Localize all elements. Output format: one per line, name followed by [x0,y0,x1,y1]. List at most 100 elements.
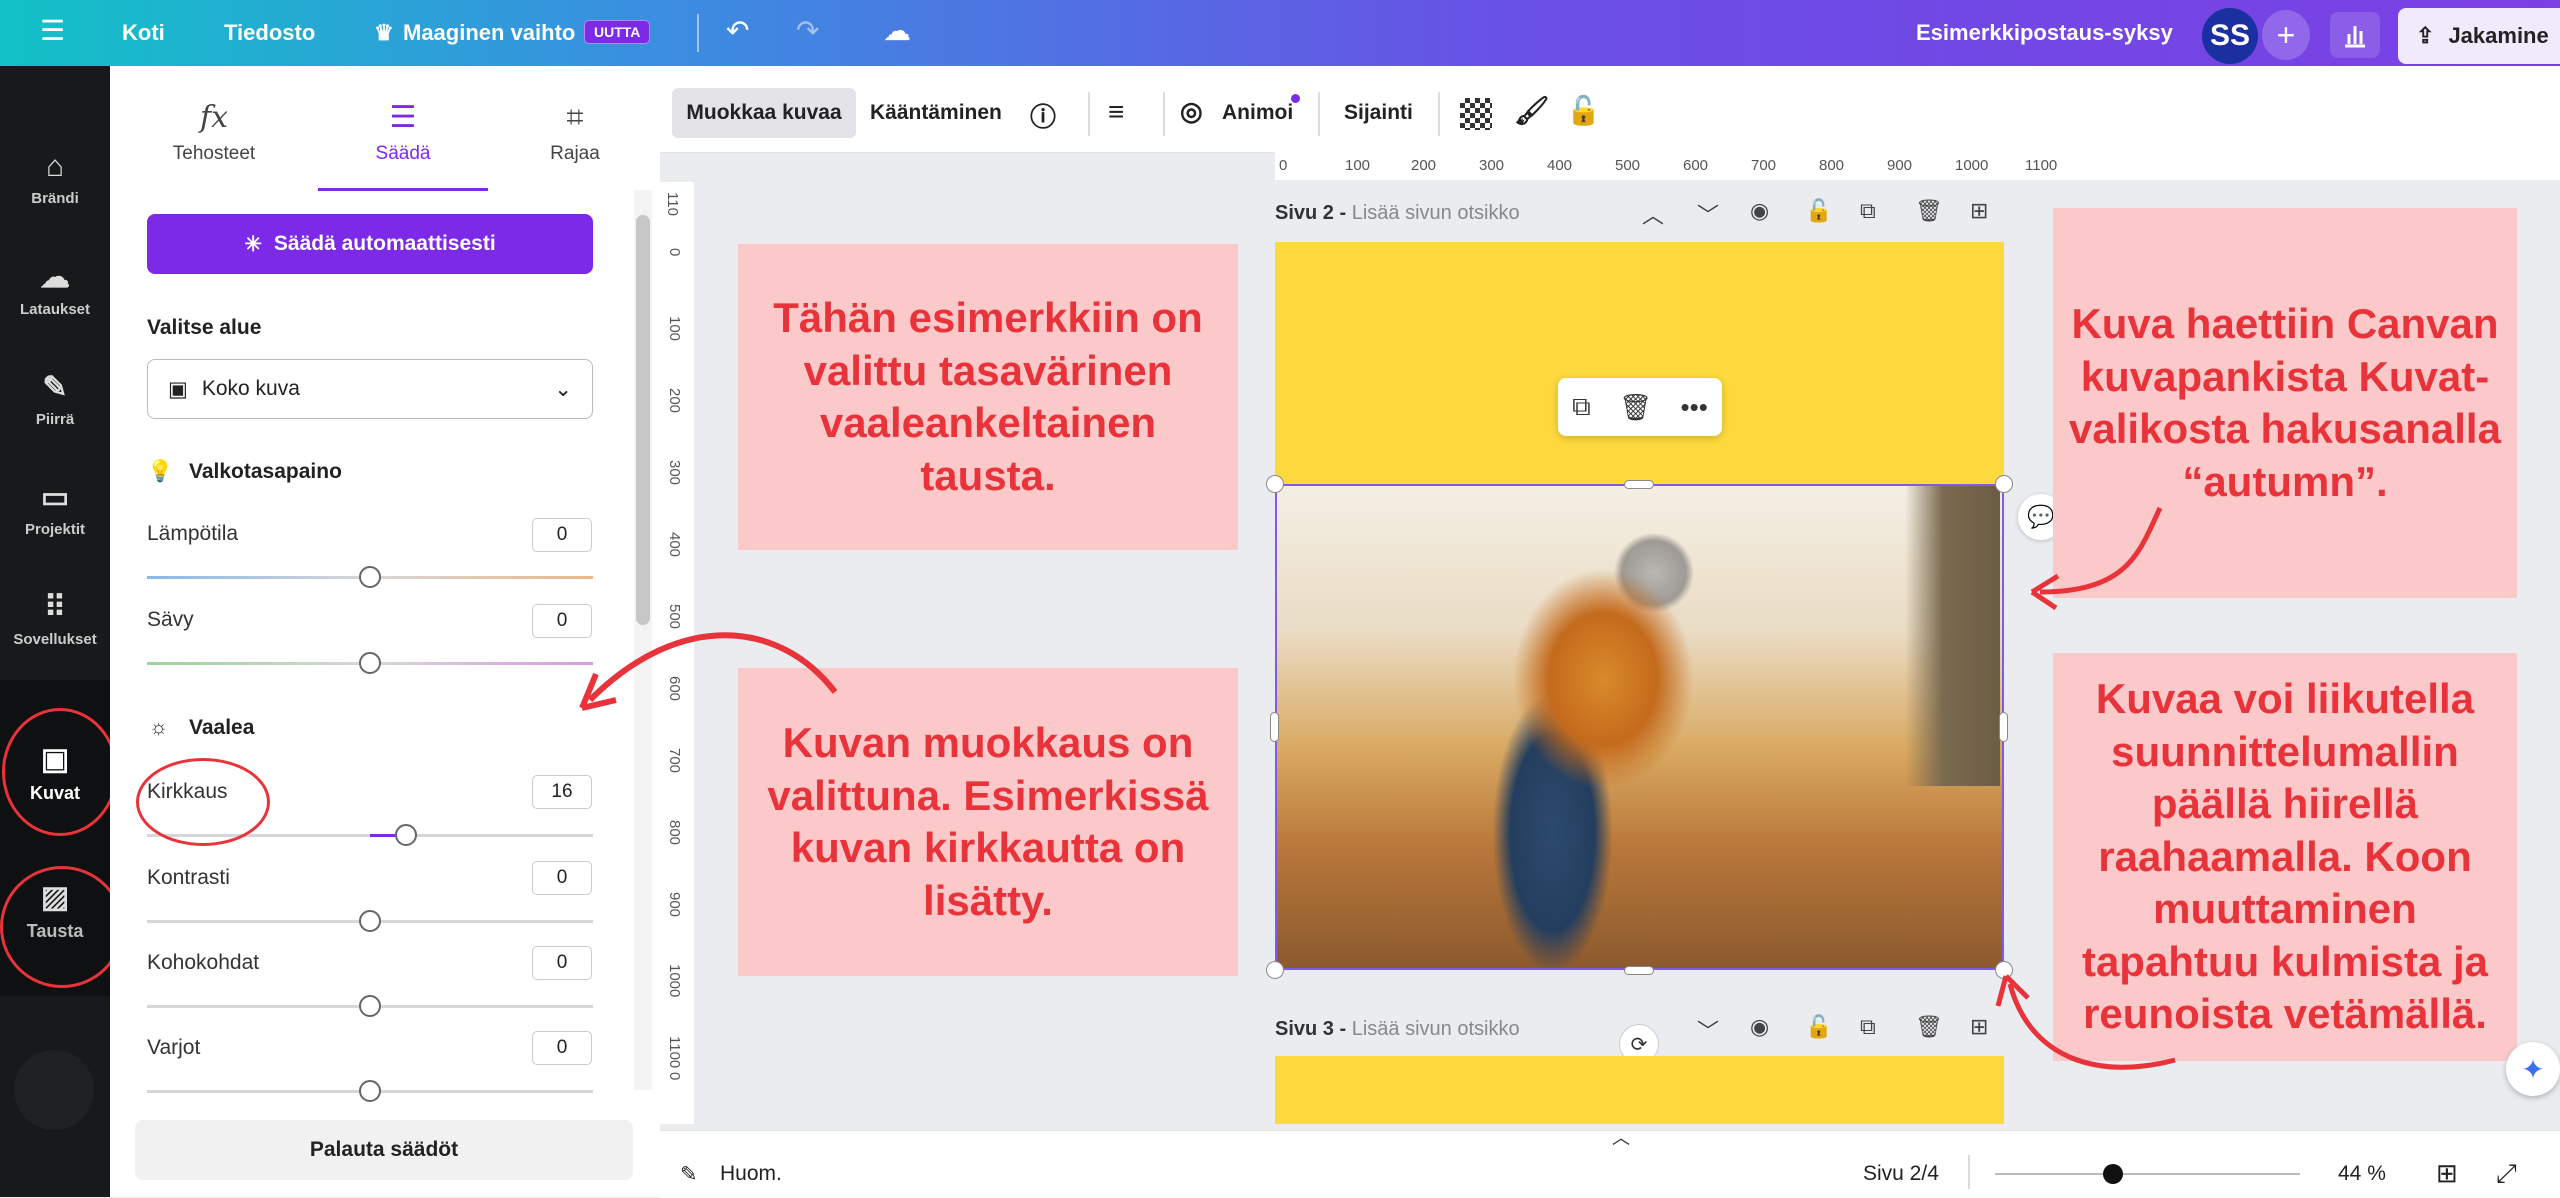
position-button[interactable]: Sijainti [1344,101,1413,125]
duplicate-page-icon[interactable]: ⧉ [1860,1014,1876,1040]
toolbar-divider [1438,92,1440,136]
temperature-value[interactable]: 0 [532,518,592,552]
page3-number: Sivu 3 - [1275,1018,1347,1040]
notes-icon[interactable]: ✎ [680,1162,698,1187]
paint-roller-icon[interactable]: 🖌 [1514,94,1550,127]
toolbar-divider [1088,92,1090,136]
ruler-tick: 400 [666,532,683,558]
delete-page-icon[interactable]: 🗑 [1915,1014,1943,1040]
edit-image-button[interactable]: Muokkaa kuvaa [672,88,856,138]
highlights-value[interactable]: 0 [532,946,592,980]
page-3[interactable] [1275,1056,2004,1130]
resize-handle-bottom-left[interactable] [1266,961,1284,979]
element-context-menu: ⧉ 🗑 ••• [1558,378,1722,436]
ruler-tick: 200 [666,388,683,414]
contrast-knob[interactable] [359,910,381,932]
tab-crop[interactable]: ⌗ Rajaa [495,100,655,165]
resize-handle-left[interactable] [1270,712,1279,742]
flip-button[interactable]: Kääntäminen [870,101,1002,125]
contrast-value[interactable]: 0 [532,861,592,895]
area-select[interactable]: ▣ Koko kuva ⌄ [147,359,593,419]
tab-effects[interactable]: fx Tehosteet [134,100,294,165]
ruler-tick: 1000 [1955,157,1989,174]
hamburger-icon[interactable]: ☰ [40,14,65,47]
fullscreen-icon[interactable]: ⤢ [2496,1158,2517,1190]
annotation-circle-background [0,866,124,988]
zoom-slider-knob[interactable] [2103,1164,2123,1184]
lock-page-icon[interactable]: 🔓 [1805,1014,1832,1040]
rail-item-apps[interactable]: ⠿ Sovellukset [0,590,110,648]
lock-page-icon[interactable]: 🔓 [1805,198,1832,224]
fx-icon: fx [199,100,229,135]
resize-handle-right[interactable] [1999,712,2008,742]
add-page-icon[interactable]: ⊞ [1970,1014,1988,1040]
auto-adjust-button[interactable]: ✳ Säädä automaattisesti [147,214,593,274]
undo-icon[interactable]: ↶ [726,14,749,47]
highlights-knob[interactable] [359,995,381,1017]
share-button[interactable]: ⇪ Jakamine [2398,8,2560,64]
hide-page-icon[interactable]: ◉ [1750,198,1769,224]
file-menu[interactable]: Tiedosto [224,20,315,46]
temperature-knob[interactable] [359,566,381,588]
rail-item-brand[interactable]: ⌂ Brändi [0,150,110,207]
rail-item-projects[interactable]: ▭ Projektit [0,480,110,538]
duplicate-page-icon[interactable]: ⧉ [1860,198,1876,224]
slider-label-highlights: Kohokohdat [147,951,260,974]
canvas-hscroll[interactable] [660,1124,2560,1130]
info-icon[interactable]: ⓘ [1030,97,1056,134]
lock-icon[interactable]: 🔓 [1566,94,1601,127]
resize-handle-top[interactable] [1624,480,1654,489]
shadows-value[interactable]: 0 [532,1031,592,1065]
magic-assistant-icon[interactable]: ✦ [2506,1042,2560,1096]
page2-label[interactable]: Sivu 2 - Lisää sivun otsikko [1275,202,1520,225]
page3-label[interactable]: Sivu 3 - Lisää sivun otsikko [1275,1018,1520,1041]
chevron-down-icon[interactable]: ﹀ [1697,198,1719,230]
cloud-saved-icon[interactable]: ☁ [883,14,911,47]
add-collaborator-button[interactable]: + [2262,10,2310,60]
rail-placeholder [14,1050,94,1130]
more-icon[interactable]: ••• [1680,392,1707,423]
ruler-tick: 0 [666,248,683,257]
home-link[interactable]: Koti [122,20,165,46]
sun-icon: ☼ [149,716,169,739]
reset-adjustments-button[interactable]: Palauta säädöt [135,1120,633,1180]
rail-item-uploads[interactable]: ☁ Lataukset [0,260,110,318]
hide-page-icon[interactable]: ◉ [1750,1014,1769,1040]
tab-adjust[interactable]: ☰ Säädä [323,100,483,165]
border-style-icon[interactable]: ≡ [1108,96,1124,128]
ruler-tick: 100 [1345,157,1371,174]
active-tab-indicator [318,188,488,191]
trash-icon[interactable]: 🗑 [1619,392,1652,423]
page-counter[interactable]: Sivu 2/4 [1863,1162,1939,1186]
collapse-pages-icon[interactable]: ︿ [1612,1124,1630,1150]
ruler-tick: 500 [1615,157,1641,174]
tint-knob[interactable] [359,652,381,674]
resize-handle-top-left[interactable] [1266,475,1284,493]
shadows-knob[interactable] [359,1080,381,1102]
brightness-knob[interactable] [395,824,417,846]
resize-handle-top-right[interactable] [1995,475,2013,493]
magic-switch-button[interactable]: Maaginen vaihto [403,20,575,46]
rail-item-draw[interactable]: ✎ Piirrä [0,370,110,428]
ruler-tick: 800 [1819,157,1845,174]
brightness-value[interactable]: 16 [532,775,592,809]
design-title[interactable]: Esimerkkipostaus-syksy [1916,20,2173,46]
zoom-level[interactable]: 44 % [2338,1162,2386,1186]
redo-icon[interactable]: ↷ [796,14,819,47]
annotation-circle-photos [2,708,118,836]
chevron-up-icon[interactable]: ︿ [1642,198,1664,230]
grid-view-icon[interactable]: ⊞ [2436,1158,2458,1189]
duplicate-icon[interactable]: ⧉ [1572,391,1591,423]
resize-handle-bottom[interactable] [1624,966,1654,975]
notes-button[interactable]: Huom. [720,1162,782,1186]
analytics-button[interactable] [2330,12,2380,58]
zoom-slider-track[interactable] [1995,1173,2300,1175]
autumn-photo[interactable] [1275,484,2004,970]
transparency-icon[interactable] [1460,98,1492,130]
panel-scroll-thumb[interactable] [636,215,650,625]
add-page-icon[interactable]: ⊞ [1970,198,1988,224]
avatar[interactable]: SS [2202,8,2258,64]
animate-button[interactable]: Animoi [1222,101,1293,125]
chevron-down-icon[interactable]: ﹀ [1697,1014,1719,1046]
delete-page-icon[interactable]: 🗑 [1915,198,1943,224]
